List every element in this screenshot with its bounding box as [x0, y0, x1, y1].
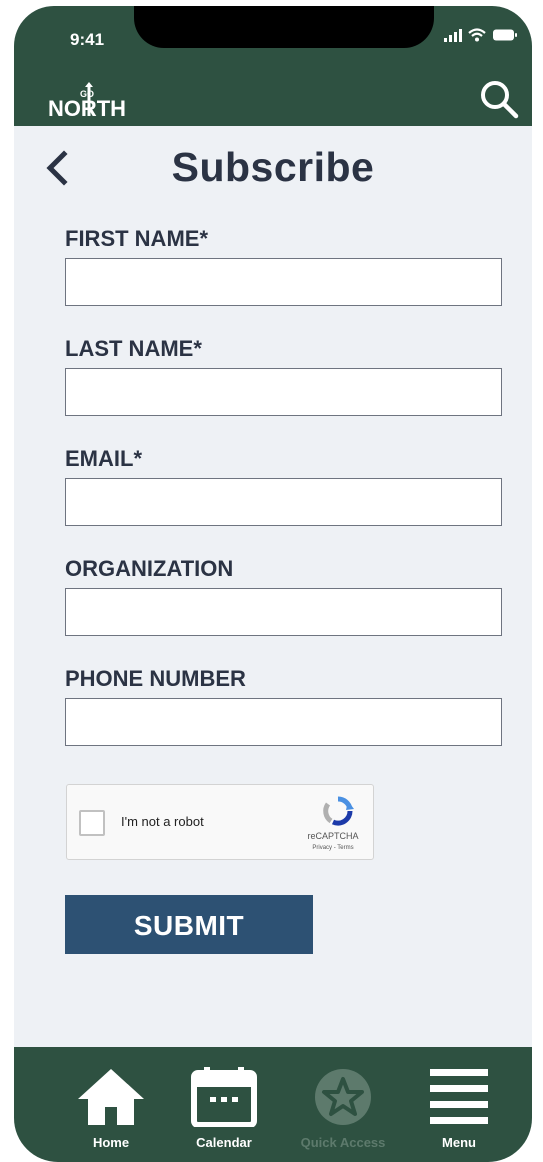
organization-input[interactable] — [65, 588, 502, 636]
recaptcha-brand: reCAPTCHA — [307, 831, 359, 841]
status-icons — [444, 28, 518, 42]
recaptcha-widget: I'm not a robot reCAPTCHA Privacy - Term… — [66, 784, 374, 860]
bottom-nav: Home Calendar Quick Access Menu — [14, 1047, 532, 1162]
nav-label-home: Home — [92, 1135, 130, 1150]
recaptcha-checkbox[interactable] — [79, 810, 105, 836]
search-icon — [481, 81, 519, 119]
recaptcha-label: I'm not a robot — [121, 814, 204, 829]
home-icon — [78, 1069, 144, 1125]
submit-button[interactable]: SUBMIT — [65, 895, 313, 954]
email-label: EMAIL* — [65, 446, 142, 471]
device-notch — [134, 6, 434, 48]
last-name-input[interactable] — [65, 368, 502, 416]
calendar-icon — [191, 1067, 257, 1127]
signal-icon — [444, 28, 462, 42]
app-header: 9:41 GO NORTH — [14, 6, 532, 126]
nav-item-menu[interactable]: Menu — [414, 1047, 504, 1162]
phone-screen: 9:41 GO NORTH Subscribe FIRST NAME* LAST… — [14, 6, 532, 1162]
nav-item-calendar[interactable]: Calendar — [179, 1047, 269, 1162]
search-button[interactable] — [476, 76, 522, 122]
nav-label-quick-access: Quick Access — [300, 1135, 386, 1150]
organization-label: ORGANIZATION — [65, 556, 234, 581]
first-name-label: FIRST NAME* — [65, 226, 208, 251]
nav-label-calendar: Calendar — [196, 1135, 252, 1150]
nav-item-home[interactable]: Home — [66, 1047, 156, 1162]
last-name-label: LAST NAME* — [65, 336, 202, 361]
recaptcha-logo-icon — [323, 796, 354, 826]
page-title: Subscribe — [171, 144, 375, 190]
email-input[interactable] — [65, 478, 502, 526]
first-name-input[interactable] — [65, 258, 502, 306]
phone-number-label: PHONE NUMBER — [65, 666, 246, 691]
svg-text:NORTH: NORTH — [48, 96, 126, 121]
menu-icon — [430, 1069, 488, 1124]
phone-number-input[interactable] — [65, 698, 502, 746]
battery-icon — [493, 29, 517, 41]
nav-label-menu: Menu — [442, 1135, 476, 1150]
star-icon — [315, 1069, 371, 1125]
recaptcha-links[interactable]: Privacy - Terms — [293, 845, 373, 851]
wifi-icon — [468, 28, 486, 42]
nav-item-quick-access[interactable]: Quick Access — [298, 1047, 388, 1162]
go-north-logo: GO NORTH — [48, 82, 126, 121]
status-time: 9:41 — [70, 30, 105, 49]
